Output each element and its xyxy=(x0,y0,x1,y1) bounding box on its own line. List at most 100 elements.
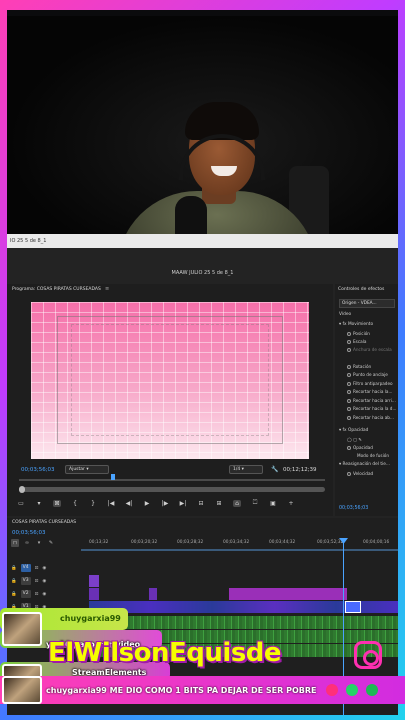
eye-icon[interactable]: ◉ xyxy=(42,566,46,571)
program-tab[interactable]: Programa: COSAS PIRATAS CURSEADAS xyxy=(12,287,101,292)
track-name[interactable]: V2 xyxy=(20,590,31,598)
transport-button[interactable]: ⊠ xyxy=(53,499,61,507)
link-icon[interactable]: ∞ xyxy=(23,539,31,547)
track-header[interactable]: 🔒 V3 ⊡ ◉ xyxy=(11,575,77,587)
zoom-fit-select[interactable]: Ajustar ▾ xyxy=(65,465,109,474)
stopwatch-icon[interactable] xyxy=(347,407,351,411)
transport-button[interactable]: ▭ xyxy=(17,500,25,507)
sync-lock-icon[interactable]: ⊡ xyxy=(35,579,39,584)
video-section-label: Vídeo xyxy=(339,312,352,317)
transport-button[interactable]: ⊟ xyxy=(197,500,205,507)
lock-icon[interactable]: 🔒 xyxy=(11,592,17,597)
webcam-caption: IO 25 5 de 8_1 xyxy=(7,234,398,248)
clip-v2-a[interactable] xyxy=(89,588,99,600)
resolution-select[interactable]: 1/4 ▾ xyxy=(229,465,263,474)
spotify-icon xyxy=(366,684,378,696)
speed-row-label: Velocidad xyxy=(353,471,374,476)
opacity-row[interactable]: Opacidad xyxy=(347,445,373,450)
eye-icon[interactable]: ◉ xyxy=(42,592,46,597)
stopwatch-icon[interactable] xyxy=(347,416,351,420)
transport-button[interactable]: ⏍ xyxy=(251,499,259,507)
stopwatch-icon[interactable] xyxy=(347,373,351,377)
lock-icon[interactable]: 🔒 xyxy=(11,579,17,584)
timeline-timecode[interactable]: 00;03;56;03 xyxy=(12,530,46,536)
effect-property-label: Recortar hacia ab... xyxy=(353,415,394,420)
effect-property-label: Escala xyxy=(353,339,367,344)
effect-property-row[interactable]: Recortar hacia arri... xyxy=(347,398,396,403)
youtube-icon xyxy=(326,684,338,696)
program-zoom-handle[interactable] xyxy=(19,486,25,493)
transport-button[interactable]: ▣ xyxy=(269,500,277,507)
motion-label: Movimiento xyxy=(347,322,374,327)
program-menu-icon[interactable]: ≡ xyxy=(105,286,109,292)
lock-icon[interactable]: 🔒 xyxy=(11,566,17,571)
stopwatch-icon[interactable] xyxy=(347,399,351,403)
transport-button[interactable]: ▶ xyxy=(143,500,151,507)
wrench-icon[interactable]: 🔧 xyxy=(271,466,278,473)
playhead-timecode[interactable]: 00;03;56;03 xyxy=(21,467,55,473)
ruler-tick-label: 00;03;34;32 xyxy=(223,540,250,545)
stopwatch-icon[interactable] xyxy=(347,348,351,352)
effect-property-row[interactable]: Posición xyxy=(347,331,370,336)
motion-section[interactable]: ▾ fx Movimiento xyxy=(339,322,373,327)
window-title: MAAW JULIO 25 5 de 8_1 xyxy=(171,270,234,276)
ruler-tick-label: 00;04;00;16 xyxy=(363,540,390,545)
clip-v2-c[interactable] xyxy=(229,588,347,600)
effect-property-row[interactable]: Anchura de escala xyxy=(347,347,392,352)
clip-v2-b[interactable] xyxy=(149,588,157,600)
speed-row[interactable]: Velocidad xyxy=(347,471,373,476)
stopwatch-icon[interactable] xyxy=(347,382,351,386)
transport-button[interactable]: |▶ xyxy=(161,500,169,507)
sync-lock-icon[interactable]: ⊡ xyxy=(35,566,39,571)
stopwatch-icon[interactable] xyxy=(347,332,351,336)
track-header[interactable]: 🔒 V4 ⊡ ◉ xyxy=(11,562,77,574)
effect-property-row[interactable]: Rotación xyxy=(347,364,371,369)
chat-avatar-1 xyxy=(2,612,42,646)
program-zoom-scroll[interactable] xyxy=(19,487,325,492)
opacity-label: Opacidad xyxy=(347,428,369,433)
transport-button[interactable]: ◀| xyxy=(125,500,133,507)
transport-button[interactable]: |◀ xyxy=(107,500,115,507)
selected-clip[interactable] xyxy=(345,601,361,613)
snap-icon[interactable]: ⊓ xyxy=(11,539,19,547)
stopwatch-icon[interactable] xyxy=(347,390,351,394)
effect-property-row[interactable]: Punto de anclaje xyxy=(347,372,388,377)
track-name[interactable]: V4 xyxy=(20,564,31,572)
effect-property-row[interactable]: Recortar hacia la d... xyxy=(347,406,396,411)
clip-v3-a[interactable] xyxy=(89,575,99,587)
time-remap-section[interactable]: ▾ Reasignación del tie... xyxy=(339,462,390,467)
effect-property-label: Anchura de escala xyxy=(353,347,392,352)
stopwatch-icon[interactable] xyxy=(347,365,351,369)
effect-property-row[interactable]: Recortar hacia ab... xyxy=(347,415,394,420)
marker-icon[interactable]: ▾ xyxy=(35,539,43,547)
effect-property-row[interactable]: Recortar hacia la... xyxy=(347,389,392,394)
sync-lock-icon[interactable]: ⊡ xyxy=(35,592,39,597)
stopwatch-icon[interactable] xyxy=(347,340,351,344)
streamer-handle: ElWilsonEquisde xyxy=(48,638,282,668)
transport-button[interactable]: + xyxy=(287,500,295,507)
transport-button[interactable]: { xyxy=(71,500,79,507)
blend-mode-row[interactable]: Modo de fusión xyxy=(357,453,389,458)
audio-track-a1[interactable] xyxy=(81,616,398,629)
transport-button[interactable]: ▶| xyxy=(179,500,187,507)
transport-button[interactable]: ⌂ xyxy=(233,499,241,507)
eye-icon[interactable]: ◉ xyxy=(42,579,46,584)
sequence-tab[interactable]: COSAS PIRATAS CURSEADAS xyxy=(12,520,76,525)
transport-button[interactable]: } xyxy=(89,500,97,507)
work-area-bar[interactable] xyxy=(81,549,398,551)
track-name[interactable]: V3 xyxy=(20,577,31,585)
opacity-section[interactable]: ▾ fx Opacidad xyxy=(339,428,368,433)
program-playhead[interactable] xyxy=(111,474,115,480)
mask-tools[interactable]: ◯ ▢ ✎ xyxy=(347,437,362,442)
effect-property-row[interactable]: Filtro antiparpadeo xyxy=(347,381,393,386)
time-ruler[interactable]: 00;13;32 00;03;20;32 00;03;28;32 00;03;34;3… xyxy=(81,538,398,548)
effect-controls-tab[interactable]: Controles de efectos xyxy=(338,287,384,292)
effect-source-select[interactable]: Origen - VDEA... xyxy=(339,299,395,308)
settings-icon[interactable]: ✎ xyxy=(47,539,55,547)
program-scrub-bar[interactable] xyxy=(19,479,325,481)
transport-button[interactable]: ▾ xyxy=(35,500,43,507)
program-canvas xyxy=(31,302,309,459)
effect-property-row[interactable]: Escala xyxy=(347,339,366,344)
transport-button[interactable]: ⊞ xyxy=(215,500,223,507)
track-header[interactable]: 🔒 V2 ⊡ ◉ xyxy=(11,588,77,600)
